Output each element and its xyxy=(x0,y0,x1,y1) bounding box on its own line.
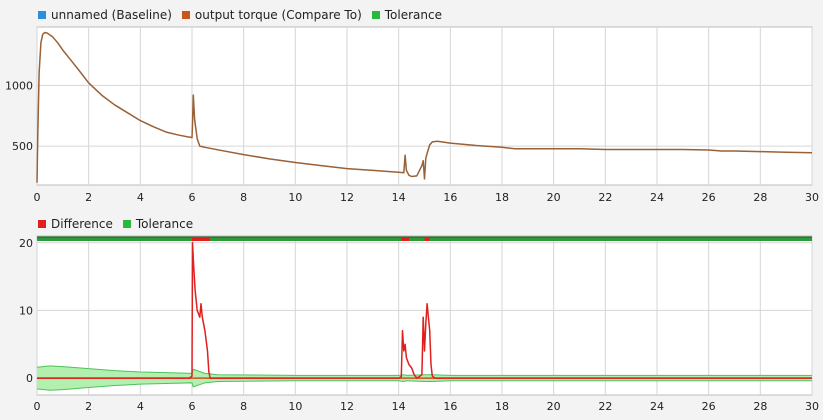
x-tick-label: 12 xyxy=(340,191,354,204)
y-tick-label: 10 xyxy=(19,304,33,317)
x-tick-label: 24 xyxy=(650,191,664,204)
x-tick-label: 30 xyxy=(805,400,819,413)
x-tick-label: 0 xyxy=(34,400,41,413)
x-tick-label: 12 xyxy=(340,400,354,413)
x-tick-label: 4 xyxy=(137,191,144,204)
x-tick-label: 14 xyxy=(392,191,406,204)
x-tick-label: 28 xyxy=(753,400,767,413)
x-tick-label: 0 xyxy=(34,191,41,204)
x-tick-label: 20 xyxy=(547,400,561,413)
comparison-viewer: unnamed (Baseline) output torque (Compar… xyxy=(0,0,823,420)
x-tick-label: 6 xyxy=(189,400,196,413)
tolerance-fail-segment xyxy=(401,237,409,241)
y-tick-label: 500 xyxy=(12,140,33,153)
x-tick-label: 30 xyxy=(805,191,819,204)
x-tick-label: 24 xyxy=(650,400,664,413)
y-tick-label: 1000 xyxy=(5,79,33,92)
x-tick-label: 10 xyxy=(288,191,302,204)
y-tick-label: 0 xyxy=(26,372,33,385)
x-tick-label: 22 xyxy=(598,191,612,204)
x-tick-label: 14 xyxy=(392,400,406,413)
tolerance-fail-segment xyxy=(424,237,430,241)
x-tick-label: 2 xyxy=(85,400,92,413)
x-tick-label: 2 xyxy=(85,191,92,204)
x-tick-label: 22 xyxy=(598,400,612,413)
x-tick-label: 8 xyxy=(240,191,247,204)
tolerance-fail-segment xyxy=(192,237,211,241)
x-tick-label: 20 xyxy=(547,191,561,204)
x-tick-label: 26 xyxy=(702,191,716,204)
x-tick-label: 16 xyxy=(443,191,457,204)
x-tick-label: 4 xyxy=(137,400,144,413)
x-tick-label: 18 xyxy=(495,191,509,204)
plot-area-0 xyxy=(36,26,813,186)
x-tick-label: 26 xyxy=(702,400,716,413)
plot-area-1 xyxy=(36,235,813,396)
charts-canvas[interactable]: 0 2 4 6 8 10 12 14 16 18 20 22 24 26 28 3050010000 2 4 6 8 1… xyxy=(0,0,823,420)
x-tick-label: 18 xyxy=(495,400,509,413)
x-tick-label: 16 xyxy=(443,400,457,413)
x-tick-label: 8 xyxy=(240,400,247,413)
y-tick-label: 20 xyxy=(19,237,33,250)
x-tick-label: 28 xyxy=(753,191,767,204)
x-tick-label: 6 xyxy=(189,191,196,204)
x-tick-label: 10 xyxy=(288,400,302,413)
